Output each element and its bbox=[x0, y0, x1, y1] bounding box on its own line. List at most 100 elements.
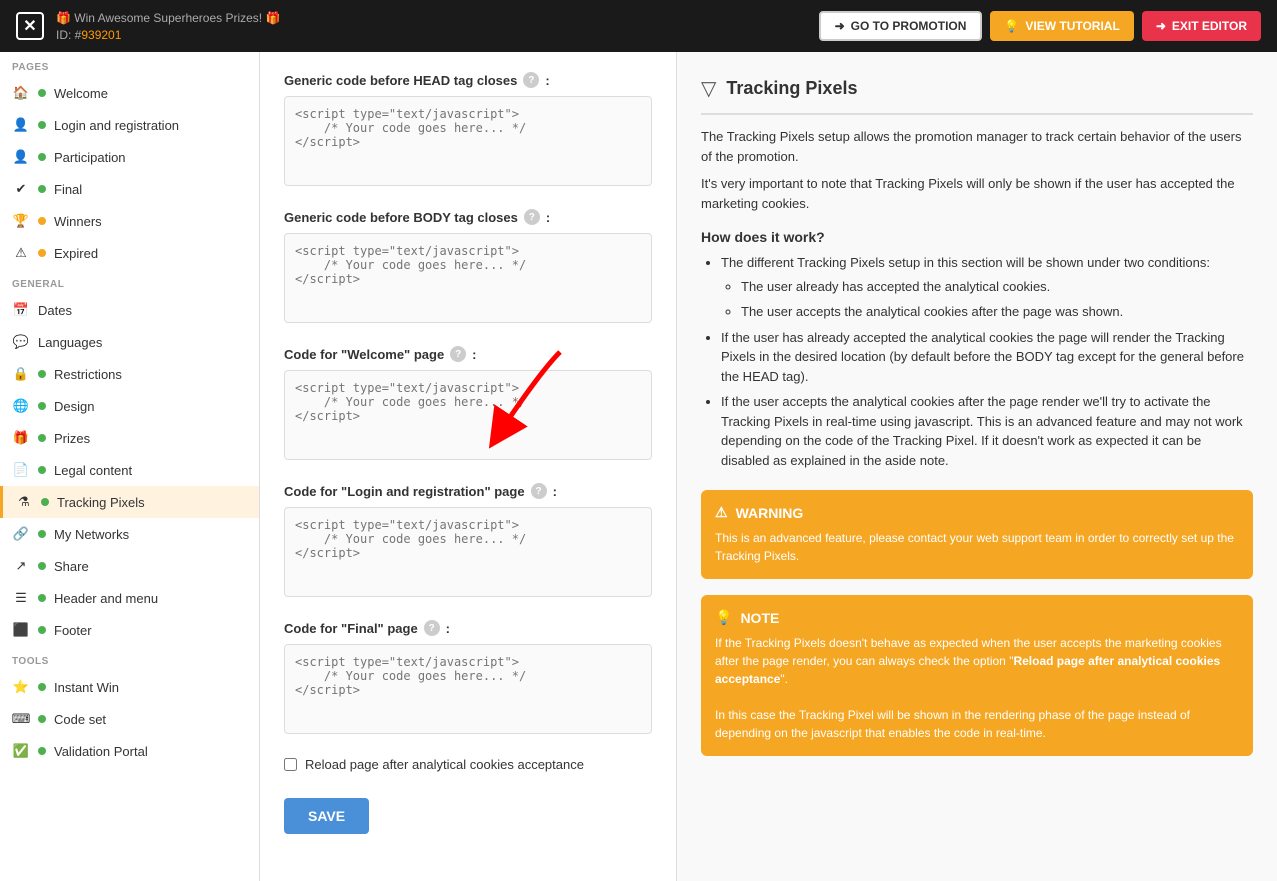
view-tutorial-button[interactable]: 💡 VIEW TUTORIAL bbox=[990, 11, 1133, 41]
field-head-label: Generic code before HEAD tag closes ? : bbox=[284, 72, 652, 88]
sidebar-item-final[interactable]: ✔ Final bbox=[0, 173, 259, 205]
sidebar-item-welcome[interactable]: 🏠 Welcome bbox=[0, 77, 259, 109]
filter-icon: ▽ bbox=[701, 76, 716, 101]
list-item: The user already has accepted the analyt… bbox=[741, 277, 1253, 297]
status-dot bbox=[38, 89, 46, 97]
sidebar-item-design[interactable]: 🌐 Design bbox=[0, 390, 259, 422]
status-dot bbox=[38, 370, 46, 378]
sidebar-item-label: Share bbox=[54, 559, 89, 574]
pages-section-label: PAGES bbox=[0, 52, 259, 77]
how-title: How does it work? bbox=[701, 229, 1253, 245]
sidebar: PAGES 🏠 Welcome 👤 Login and registration… bbox=[0, 52, 260, 881]
top-bar-buttons: ➜ GO TO PROMOTION 💡 VIEW TUTORIAL ➜ EXIT… bbox=[819, 11, 1261, 41]
note-card-header: 💡 NOTE bbox=[715, 609, 1239, 626]
status-dot bbox=[38, 121, 46, 129]
sidebar-item-restrictions[interactable]: 🔒 Restrictions bbox=[0, 358, 259, 390]
status-dot bbox=[38, 466, 46, 474]
exit-editor-button[interactable]: ➜ EXIT EDITOR bbox=[1142, 11, 1261, 41]
status-dot bbox=[38, 530, 46, 538]
network-icon: 🔗 bbox=[12, 525, 30, 543]
reload-checkbox-label[interactable]: Reload page after analytical cookies acc… bbox=[305, 757, 584, 772]
sidebar-item-winners[interactable]: 🏆 Winners bbox=[0, 205, 259, 237]
main-panel: Generic code before HEAD tag closes ? : … bbox=[260, 52, 677, 881]
warning-card-body: This is an advanced feature, please cont… bbox=[715, 529, 1239, 565]
field-final-label: Code for "Final" page ? : bbox=[284, 620, 652, 636]
field-body-textarea[interactable] bbox=[284, 233, 652, 323]
sidebar-item-expired[interactable]: ⚠ Expired bbox=[0, 237, 259, 269]
sidebar-item-label: Validation Portal bbox=[54, 744, 148, 759]
speech-icon: 💬 bbox=[12, 333, 30, 351]
lightbulb-icon: 💡 bbox=[715, 609, 732, 626]
content-area: Generic code before HEAD tag closes ? : … bbox=[260, 52, 1277, 881]
close-icon: ✕ bbox=[23, 16, 36, 36]
status-dot bbox=[38, 562, 46, 570]
sidebar-item-dates[interactable]: 📅 Dates bbox=[0, 294, 259, 326]
sidebar-item-tracking-pixels[interactable]: ⚗ Tracking Pixels bbox=[0, 486, 259, 518]
sidebar-item-label: Footer bbox=[54, 623, 92, 638]
sidebar-item-label: Login and registration bbox=[54, 118, 179, 133]
status-dot bbox=[38, 185, 46, 193]
sidebar-item-label: Code set bbox=[54, 712, 106, 727]
status-dot bbox=[38, 434, 46, 442]
sidebar-item-share[interactable]: ↗ Share bbox=[0, 550, 259, 582]
field-welcome-section: Code for "Welcome" page ? : bbox=[284, 346, 652, 463]
sidebar-item-label: Final bbox=[54, 182, 82, 197]
participation-icon: 👤 bbox=[12, 148, 30, 166]
help-icon[interactable]: ? bbox=[524, 209, 540, 225]
sidebar-item-label: Tracking Pixels bbox=[57, 495, 145, 510]
main-layout: PAGES 🏠 Welcome 👤 Login and registration… bbox=[0, 52, 1277, 881]
sidebar-item-mynetworks[interactable]: 🔗 My Networks bbox=[0, 518, 259, 550]
trophy-icon: 🏆 bbox=[12, 212, 30, 230]
list-item: The user accepts the analytical cookies … bbox=[741, 302, 1253, 322]
sidebar-item-validation-portal[interactable]: ✅ Validation Portal bbox=[0, 735, 259, 767]
help-icon[interactable]: ? bbox=[450, 346, 466, 362]
sidebar-item-footer[interactable]: ⬛ Footer bbox=[0, 614, 259, 646]
info-bullets: The different Tracking Pixels setup in t… bbox=[701, 253, 1253, 470]
top-bar: ✕ 🎁 Win Awesome Superheroes Prizes! 🎁 ID… bbox=[0, 0, 1277, 52]
code-icon: ⌨ bbox=[12, 710, 30, 728]
field-login-textarea[interactable] bbox=[284, 507, 652, 597]
sidebar-item-instant-win[interactable]: ⭐ Instant Win bbox=[0, 671, 259, 703]
sidebar-item-legal[interactable]: 📄 Legal content bbox=[0, 454, 259, 486]
filter-icon: ⚗ bbox=[15, 493, 33, 511]
user-icon: 👤 bbox=[12, 116, 30, 134]
star-icon: ⭐ bbox=[12, 678, 30, 696]
check-circle-icon: ✅ bbox=[12, 742, 30, 760]
field-final-textarea[interactable] bbox=[284, 644, 652, 734]
arrow-right-icon: ➜ bbox=[835, 19, 845, 33]
sidebar-item-participation[interactable]: 👤 Participation bbox=[0, 141, 259, 173]
help-icon[interactable]: ? bbox=[523, 72, 539, 88]
menu-icon: ☰ bbox=[12, 589, 30, 607]
warning-icon: ⚠ bbox=[12, 244, 30, 262]
warning-card: ⚠ WARNING This is an advanced feature, p… bbox=[701, 490, 1253, 579]
reload-checkbox[interactable] bbox=[284, 758, 297, 771]
share-icon: ↗ bbox=[12, 557, 30, 575]
status-dot bbox=[38, 715, 46, 723]
sidebar-item-prizes[interactable]: 🎁 Prizes bbox=[0, 422, 259, 454]
sidebar-item-label: Dates bbox=[38, 303, 72, 318]
sidebar-item-code-set[interactable]: ⌨ Code set bbox=[0, 703, 259, 735]
field-welcome-textarea[interactable] bbox=[284, 370, 652, 460]
sidebar-item-languages[interactable]: 💬 Languages bbox=[0, 326, 259, 358]
field-head-textarea[interactable] bbox=[284, 96, 652, 186]
help-icon[interactable]: ? bbox=[531, 483, 547, 499]
status-dot bbox=[38, 249, 46, 257]
status-dot bbox=[38, 683, 46, 691]
field-welcome-label: Code for "Welcome" page ? : bbox=[284, 346, 652, 362]
field-login-section: Code for "Login and registration" page ?… bbox=[284, 483, 652, 600]
field-final-section: Code for "Final" page ? : bbox=[284, 620, 652, 737]
status-dot bbox=[38, 402, 46, 410]
sidebar-item-label: Winners bbox=[54, 214, 102, 229]
page-title: 🎁 Win Awesome Superheroes Prizes! 🎁 ID: … bbox=[56, 9, 807, 43]
field-head-section: Generic code before HEAD tag closes ? : bbox=[284, 72, 652, 189]
goto-promotion-button[interactable]: ➜ GO TO PROMOTION bbox=[819, 11, 983, 41]
promotion-title: 🎁 Win Awesome Superheroes Prizes! 🎁 bbox=[56, 11, 280, 25]
status-dot bbox=[38, 594, 46, 602]
design-icon: 🌐 bbox=[12, 397, 30, 415]
sidebar-item-header-menu[interactable]: ☰ Header and menu bbox=[0, 582, 259, 614]
help-icon[interactable]: ? bbox=[424, 620, 440, 636]
sidebar-item-login[interactable]: 👤 Login and registration bbox=[0, 109, 259, 141]
sidebar-item-label: Welcome bbox=[54, 86, 108, 101]
close-button[interactable]: ✕ bbox=[16, 12, 44, 40]
save-button[interactable]: SAVE bbox=[284, 798, 369, 834]
